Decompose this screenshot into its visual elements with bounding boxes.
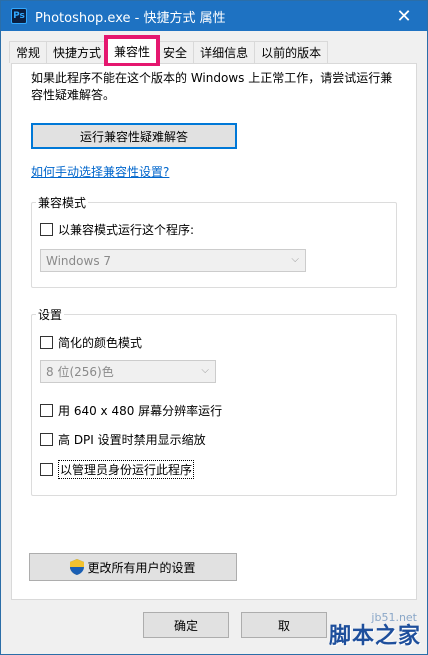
ok-button[interactable]: 确定 xyxy=(143,612,229,638)
settings-title: 设置 xyxy=(36,306,65,323)
title-bar: Ps Photoshop.exe - 快捷方式 属性 ✕ xyxy=(1,1,427,31)
window-title: Photoshop.exe - 快捷方式 属性 xyxy=(35,10,226,26)
reduced-color-label: 简化的颜色模式 xyxy=(58,336,143,350)
manual-settings-link[interactable]: 如何手动选择兼容性设置? xyxy=(31,163,169,180)
high-dpi-label: 高 DPI 设置时禁用显示缩放 xyxy=(58,433,206,447)
high-dpi-checkbox[interactable] xyxy=(40,433,53,446)
close-icon[interactable]: ✕ xyxy=(387,1,421,31)
change-all-users-label: 更改所有用户的设置 xyxy=(87,560,196,575)
intro-text: 如果此程序不能在这个版本的 Windows 上正常工作，请尝试运行兼容性疑难解答… xyxy=(31,71,393,102)
change-all-users-button[interactable]: 更改所有用户的设置 xyxy=(29,553,237,581)
reduced-color-row: 简化的颜色模式 xyxy=(40,334,142,351)
tab-details[interactable]: 详细信息 xyxy=(193,41,256,63)
compat-mode-select[interactable]: Windows 7 ⌵ xyxy=(40,249,306,272)
tab-previous-versions[interactable]: 以前的版本 xyxy=(254,41,329,63)
run-as-admin-label: 以管理员身份运行此程序 xyxy=(58,460,195,479)
compat-mode-title: 兼容模式 xyxy=(36,194,89,211)
tab-compatibility[interactable]: 兼容性 xyxy=(104,35,161,66)
compat-mode-checkbox[interactable] xyxy=(40,223,53,236)
chevron-down-icon: ⌵ xyxy=(291,254,299,265)
reduced-color-checkbox[interactable] xyxy=(40,336,53,349)
color-depth-select[interactable]: 8 位(256)色 ⌵ xyxy=(40,360,216,383)
color-depth-select-value: 8 位(256)色 xyxy=(46,365,114,379)
res-640-checkbox[interactable] xyxy=(40,404,53,417)
cancel-button[interactable]: 取 xyxy=(241,612,327,638)
compat-mode-label: 以兼容模式运行这个程序: xyxy=(58,223,195,237)
watermark-logo: 脚本之家 xyxy=(328,623,421,649)
chevron-down-icon: ⌵ xyxy=(201,365,209,376)
photoshop-app-icon: Ps xyxy=(11,8,27,24)
high-dpi-row: 高 DPI 设置时禁用显示缩放 xyxy=(40,431,206,448)
compat-mode-group: 兼容模式 以兼容模式运行这个程序: Windows 7 ⌵ xyxy=(31,194,397,288)
run-as-admin-checkbox[interactable] xyxy=(40,463,53,476)
compatibility-panel: 如果此程序不能在这个版本的 Windows 上正常工作，请尝试运行兼容性疑难解答… xyxy=(11,63,417,600)
settings-group: 设置 简化的颜色模式 8 位(256)色 ⌵ 用 640 x 480 屏幕分辨率… xyxy=(31,306,397,496)
compat-mode-select-value: Windows 7 xyxy=(46,253,112,268)
tab-general[interactable]: 常规 xyxy=(9,41,48,63)
tab-strip: 常规 快捷方式 兼容性 安全 详细信息 以前的版本 xyxy=(9,35,329,66)
tab-shortcut[interactable]: 快捷方式 xyxy=(46,41,109,63)
tab-security[interactable]: 安全 xyxy=(156,41,195,63)
run-as-admin-row: 以管理员身份运行此程序 xyxy=(40,460,195,479)
properties-window: Ps Photoshop.exe - 快捷方式 属性 ✕ 常规 快捷方式 兼容性… xyxy=(0,0,428,655)
res-640-label: 用 640 x 480 屏幕分辨率运行 xyxy=(58,404,223,418)
uac-shield-icon xyxy=(70,559,85,575)
run-troubleshooter-button[interactable]: 运行兼容性疑难解答 xyxy=(31,123,237,149)
compat-mode-row: 以兼容模式运行这个程序: xyxy=(40,221,194,238)
res-640-row: 用 640 x 480 屏幕分辨率运行 xyxy=(40,402,222,419)
